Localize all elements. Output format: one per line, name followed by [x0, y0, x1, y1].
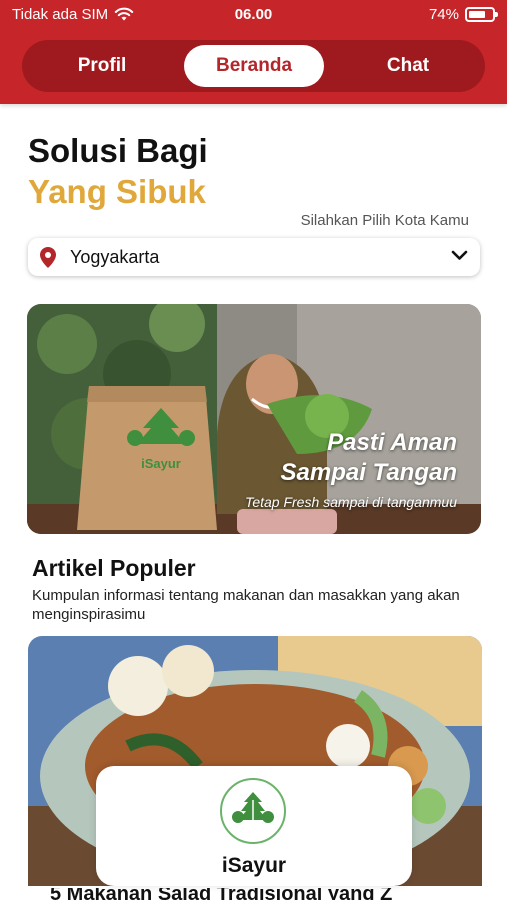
banner-headline-line2: Sampai Tangan — [280, 459, 457, 486]
section-title: Artikel Populer — [32, 555, 196, 581]
tab-beranda[interactable]: Beranda — [184, 45, 324, 87]
chevron-down-icon — [451, 250, 468, 260]
brand-name: iSayur — [221, 854, 287, 877]
tab-chat[interactable]: Chat — [338, 45, 478, 87]
status-right: 74% — [428, 6, 498, 23]
top-tab-bar: Profil Beranda Chat — [22, 40, 485, 92]
article-next-title: 5 Makanan Salad Tradisional yang Z — [50, 888, 470, 900]
section-description: Kumpulan informasi tentang makanan dan m… — [32, 587, 460, 623]
bag-brand-text: iSayur — [141, 456, 181, 471]
location-pin-icon — [40, 247, 56, 268]
brand-card[interactable]: iSayur — [96, 766, 412, 886]
tab-profil[interactable]: Profil — [32, 45, 172, 87]
city-dropdown[interactable]: Yogyakarta — [28, 238, 480, 276]
promo-banner[interactable]: iSayur Pasti Aman Sampai Tangan Tetap Fr… — [27, 304, 481, 534]
hero-title: Solusi Bagi — [28, 132, 208, 169]
battery-percent: 74% — [428, 6, 459, 23]
article-next-title-text: 5 Makanan Salad Tradisional yang Z — [50, 888, 393, 900]
banner-headline-line1: Pasti Aman — [327, 429, 457, 456]
status-bar: Tidak ada SIM 06.00 74% — [0, 0, 507, 32]
isayur-logo-icon — [220, 778, 286, 844]
battery-icon — [465, 7, 498, 22]
banner-headline: Pasti Aman Sampai Tangan — [281, 428, 457, 488]
banner-tagline: Tetap Fresh sampai di tanganmuu — [245, 494, 457, 510]
city-hint: Silahkan Pilih Kota Kamu — [300, 212, 469, 229]
battery-level — [469, 11, 485, 18]
app-header: Tidak ada SIM 06.00 74% Profil Beranda C… — [0, 0, 507, 104]
hero-subtitle: Yang Sibuk — [28, 173, 206, 210]
city-value: Yogyakarta — [70, 247, 160, 267]
